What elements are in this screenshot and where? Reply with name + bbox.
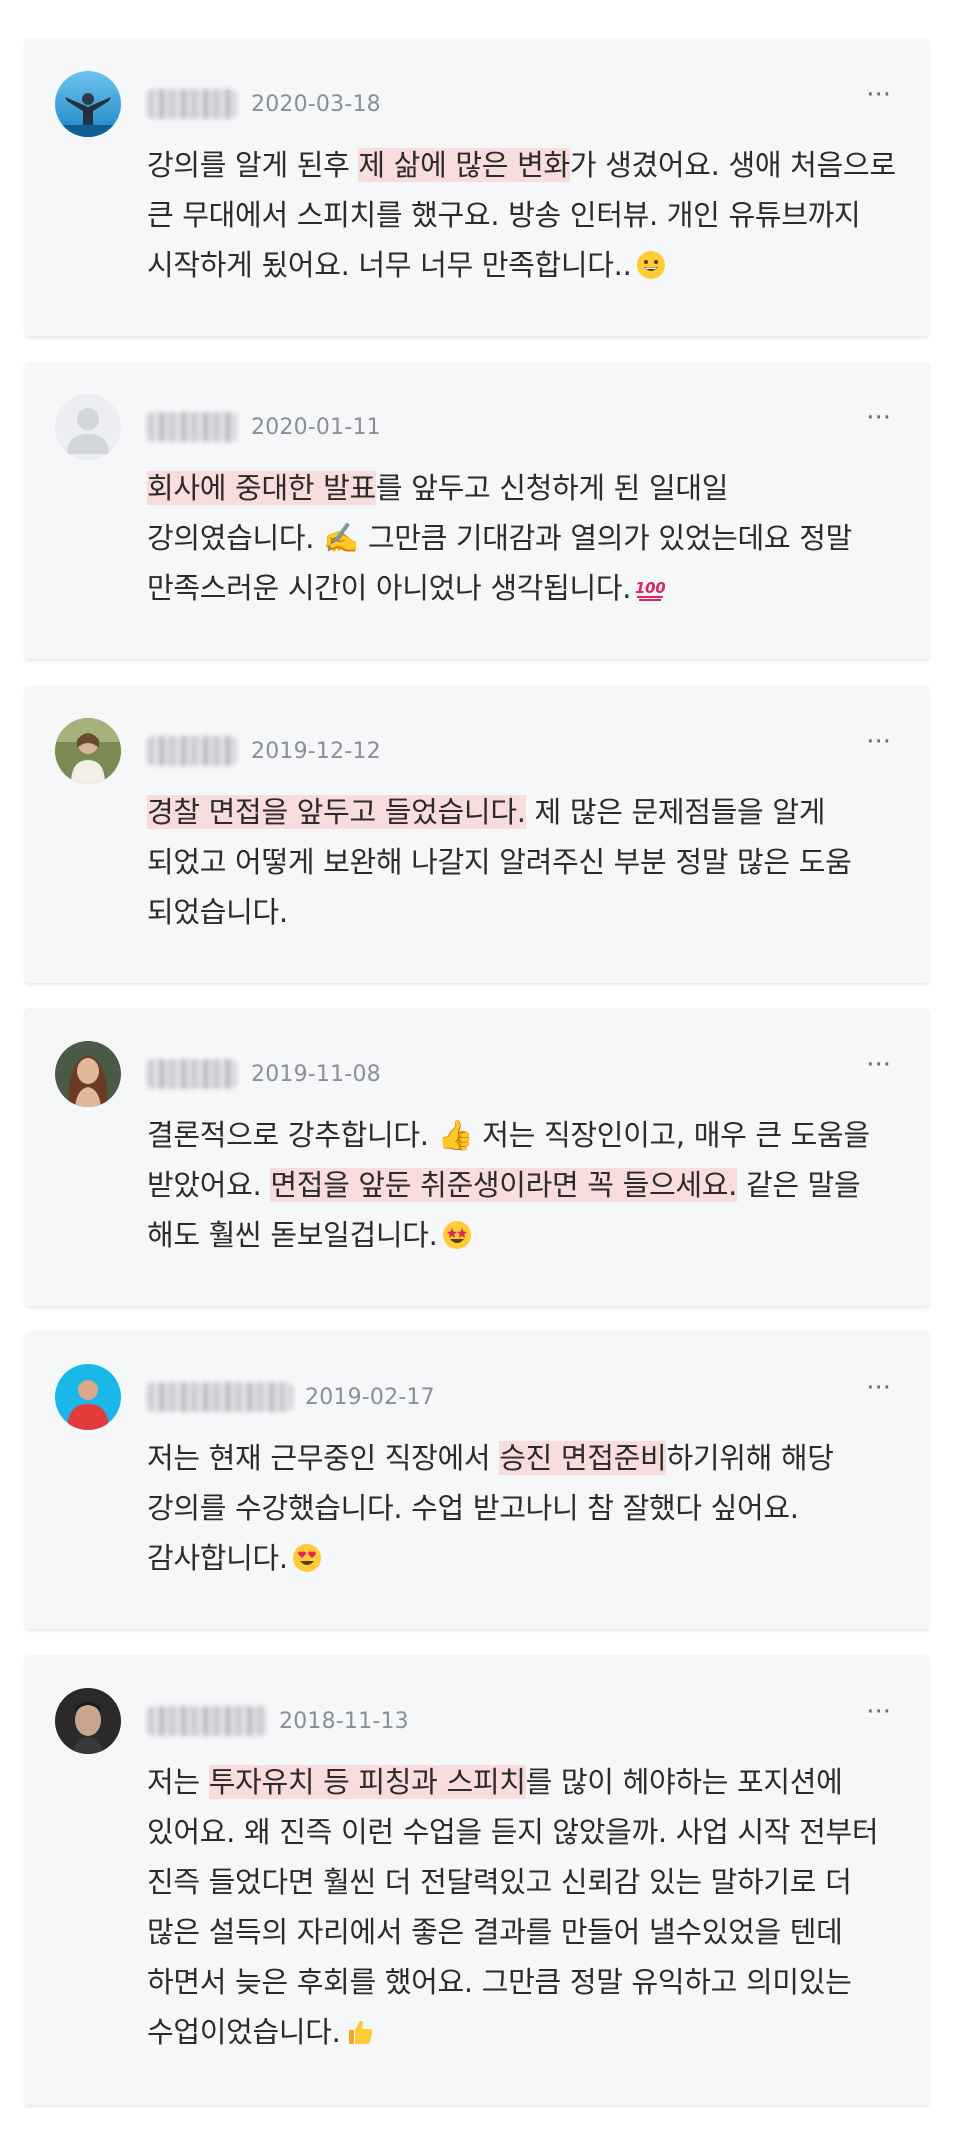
review-card: 2019-11-08 ··· 결론적으로 강추합니다. 👍 저는 직장인이고, … xyxy=(25,1008,929,1306)
outdoor-person-avatar[interactable] xyxy=(55,718,121,784)
highlighted-phrase: 회사에 중대한 발표 xyxy=(147,471,376,505)
review-card: 2020-01-11 ··· 회사에 중대한 발표를 앞두고 신청하게 된 일대… xyxy=(25,361,929,659)
woman-portrait-avatar[interactable] xyxy=(55,1041,121,1107)
review-card: 2020-03-18 ··· 강의를 알게 된후 제 삶에 많은 변화가 생겼어… xyxy=(25,38,929,336)
grinning-face-emoji xyxy=(636,250,666,280)
svg-text:100: 100 xyxy=(635,579,665,597)
review-date: 2018-11-13 xyxy=(279,1709,409,1734)
hundred-points-emoji: 100 xyxy=(635,573,665,603)
author-name-blurred xyxy=(147,89,237,119)
review-date: 2020-01-11 xyxy=(251,415,381,440)
review-text: 저는 현재 근무중인 직장에서 승진 면접준비하기위해 해당 강의를 수강했습니… xyxy=(147,1441,834,1575)
review-text: 강의를 알게 된후 제 삶에 많은 변화가 생겼어요. 생애 처음으로 큰 무대… xyxy=(147,148,896,282)
review-date: 2020-03-18 xyxy=(251,92,381,117)
review-text: 회사에 중대한 발표를 앞두고 신청하게 된 일대일 강의였습니다. ✍️ 그만… xyxy=(147,471,852,605)
author-name-blurred xyxy=(147,1706,267,1736)
author-name-blurred xyxy=(147,1382,293,1412)
author-name-blurred xyxy=(147,1059,237,1089)
review-text: 저는 투자유치 등 피칭과 스피치를 많이 헤야하는 포지션에 있어요. 왜 진… xyxy=(147,1765,879,2049)
star-struck-emoji xyxy=(442,1220,472,1250)
cyan-red-avatar[interactable] xyxy=(55,1364,121,1430)
more-options-button[interactable]: ··· xyxy=(866,1699,891,1725)
review-date: 2019-12-12 xyxy=(251,739,381,764)
review-card: 2019-12-12 ··· 경찰 면접을 앞두고 들었습니다. 제 많은 문제… xyxy=(25,685,929,983)
highlighted-phrase: 경찰 면접을 앞두고 들었습니다. xyxy=(147,795,526,829)
thumbs-up-emoji xyxy=(345,2017,375,2047)
highlighted-phrase: 투자유치 등 피칭과 스피치 xyxy=(208,1765,526,1799)
more-options-button[interactable]: ··· xyxy=(866,405,891,431)
man-portrait-avatar[interactable] xyxy=(55,1688,121,1754)
sky-person-avatar[interactable] xyxy=(55,71,121,137)
more-options-button[interactable]: ··· xyxy=(866,729,891,755)
review-card: 2019-02-17 ··· 저는 현재 근무중인 직장에서 승진 면접준비하기… xyxy=(25,1331,929,1629)
heart-eyes-emoji xyxy=(292,1543,322,1573)
review-date: 2019-02-17 xyxy=(305,1385,435,1410)
more-options-button[interactable]: ··· xyxy=(866,1375,891,1401)
more-options-button[interactable]: ··· xyxy=(866,1052,891,1078)
review-card: 2018-11-13 ··· 저는 투자유치 등 피칭과 스피치를 많이 헤야하… xyxy=(25,1655,929,2105)
review-text: 결론적으로 강추합니다. 👍 저는 직장인이고, 매우 큰 도움을 받았어요. … xyxy=(147,1118,870,1252)
highlighted-phrase: 승진 면접준비 xyxy=(499,1441,667,1475)
highlighted-phrase: 제 삶에 많은 변화 xyxy=(358,148,570,182)
highlighted-phrase: 면접을 앞둔 취준생이라면 꼭 들으세요. xyxy=(270,1168,738,1202)
review-date: 2019-11-08 xyxy=(251,1062,381,1087)
more-options-button[interactable]: ··· xyxy=(866,82,891,108)
default-user-avatar[interactable] xyxy=(55,394,121,460)
review-text: 경찰 면접을 앞두고 들었습니다. 제 많은 문제점들을 알게 되었고 어떻게 … xyxy=(147,795,852,929)
author-name-blurred xyxy=(147,412,237,442)
author-name-blurred xyxy=(147,736,237,766)
